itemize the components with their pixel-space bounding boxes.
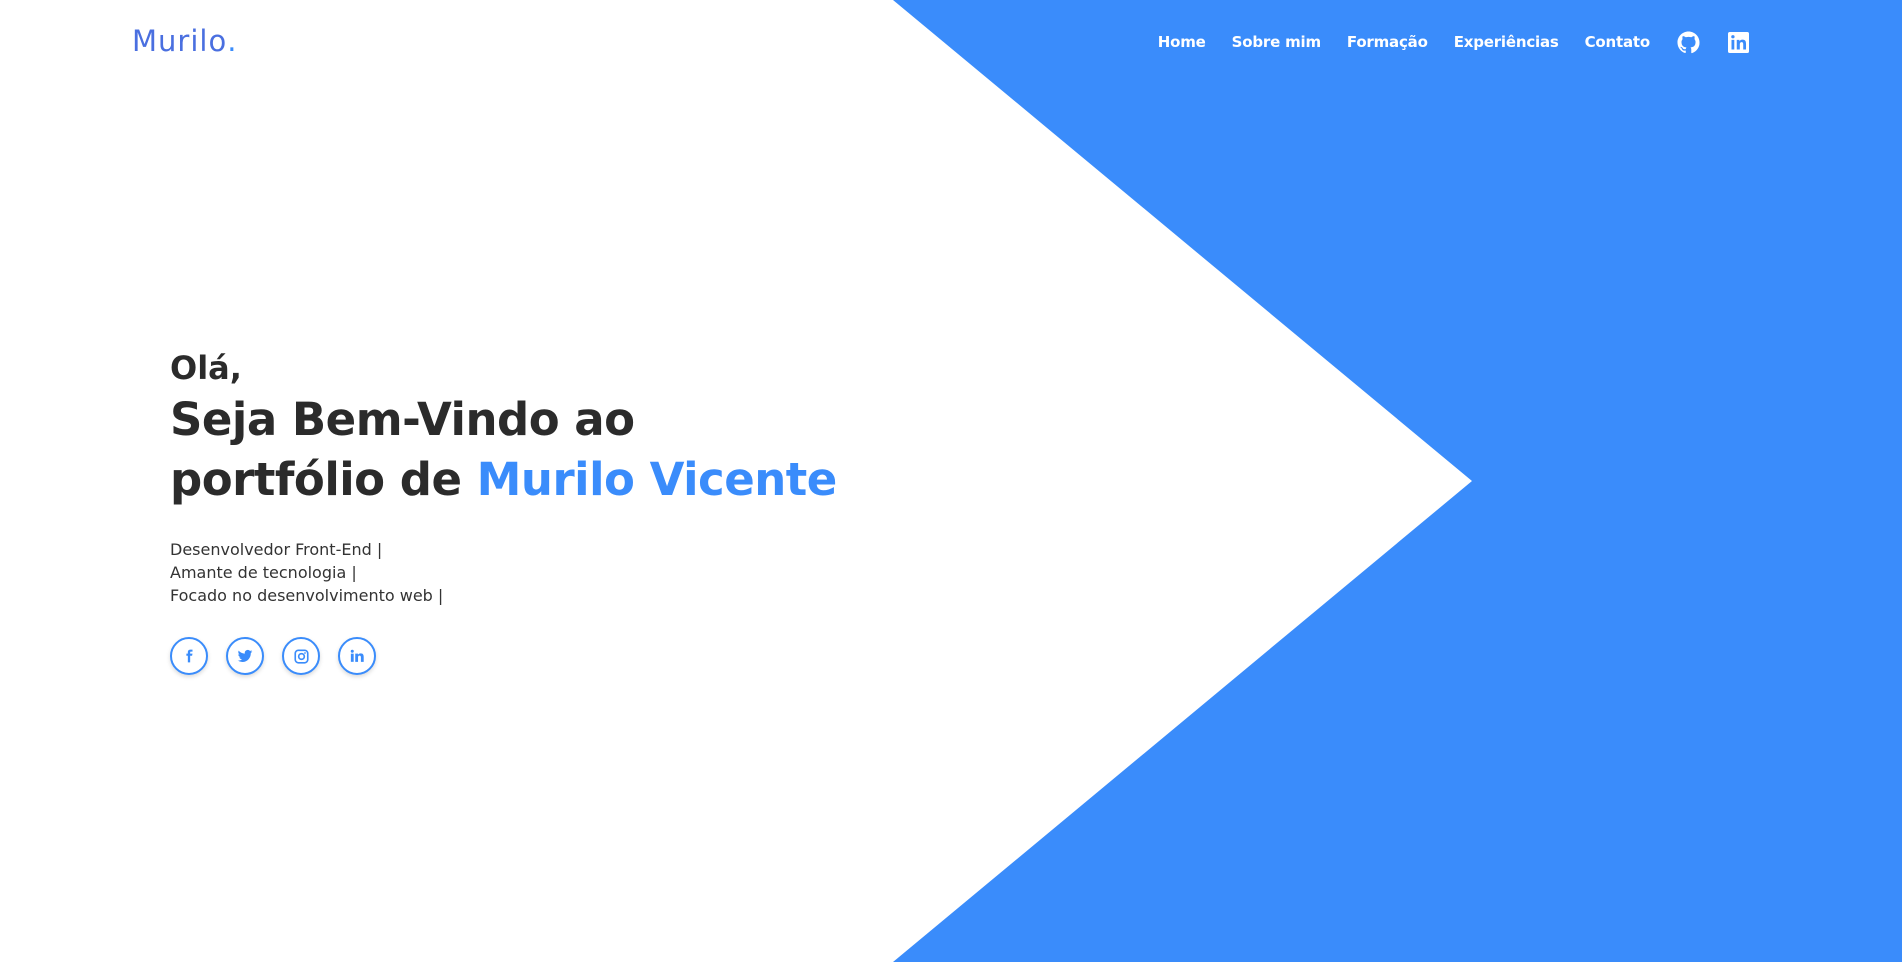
nav-link-contato[interactable]: Contato <box>1585 33 1651 51</box>
facebook-icon <box>186 649 193 663</box>
twitter-icon <box>237 649 253 662</box>
headline-line-2-prefix: portfólio de <box>170 453 477 506</box>
logo-dot: . <box>227 24 238 58</box>
logo-text: Murilo <box>132 24 228 58</box>
github-icon[interactable] <box>1676 30 1700 54</box>
headline-name: Murilo Vicente <box>476 453 838 506</box>
hero-headline: Seja Bem-Vindo ao portfólio de Murilo Vi… <box>170 390 870 510</box>
headline-line-1: Seja Bem-Vindo ao <box>170 393 635 446</box>
logo[interactable]: Murilo . <box>132 24 237 58</box>
main-nav: Home Sobre mim Formação Experiências Con… <box>1132 26 1750 58</box>
twitter-button[interactable] <box>226 637 264 675</box>
tagline: Desenvolvedor Front-End | <box>170 540 383 559</box>
linkedin-icon[interactable] <box>1726 30 1750 54</box>
page: Murilo . Home Sobre mim Formação Experiê… <box>0 0 1902 962</box>
instagram-icon <box>293 648 309 664</box>
hero-greeting: Olá, <box>170 349 242 387</box>
nav-link-home[interactable]: Home <box>1158 33 1206 51</box>
hero-section: Olá, Seja Bem-Vindo ao portfólio de Muri… <box>170 346 870 675</box>
tagline: Amante de tecnologia | <box>170 563 357 582</box>
linkedin-icon <box>350 649 364 662</box>
tagline: Focado no desenvolvimento web | <box>170 586 444 605</box>
nav-link-experiencias[interactable]: Experiências <box>1454 33 1559 51</box>
nav-link-sobre-mim[interactable]: Sobre mim <box>1232 33 1321 51</box>
tagline-list: Desenvolvedor Front-End | Amante de tecn… <box>170 538 870 607</box>
linkedin-button[interactable] <box>338 637 376 675</box>
instagram-button[interactable] <box>282 637 320 675</box>
nav-link-formacao[interactable]: Formação <box>1347 33 1428 51</box>
social-links <box>170 637 870 675</box>
facebook-button[interactable] <box>170 637 208 675</box>
